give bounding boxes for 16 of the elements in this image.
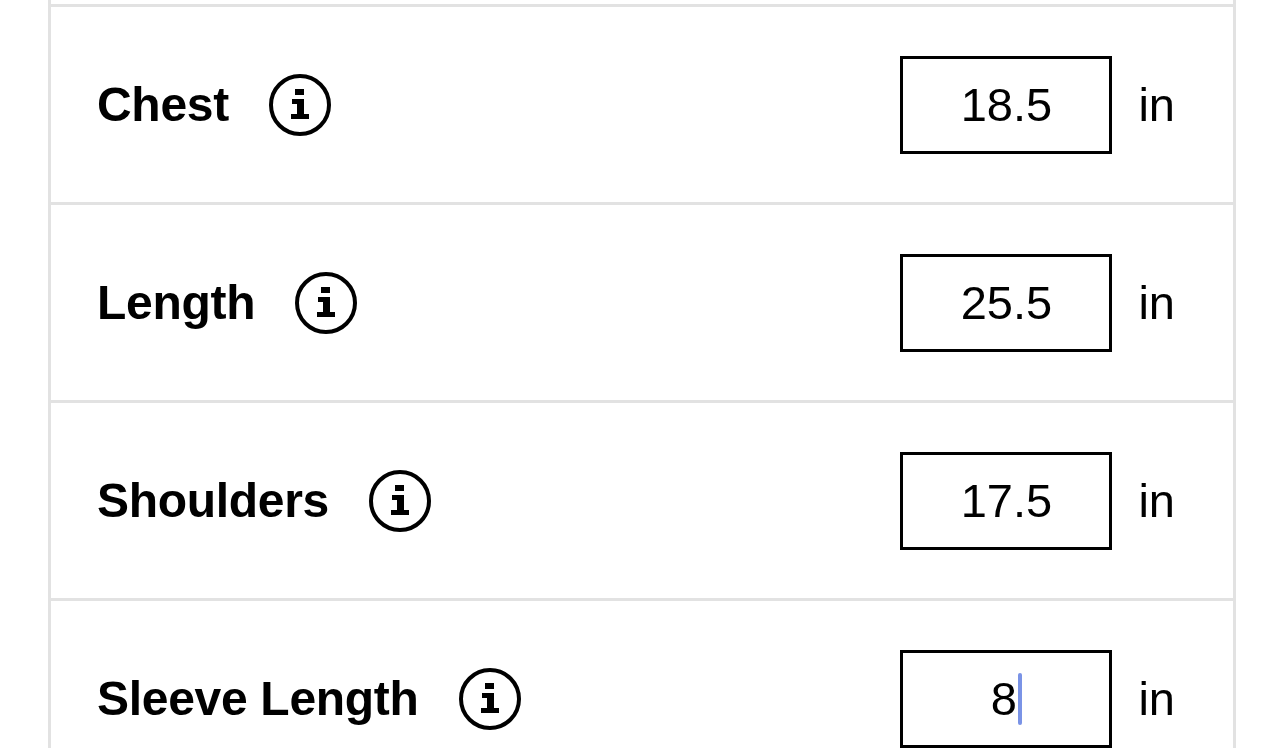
- measurement-field[interactable]: 8: [900, 649, 1113, 748]
- info-icon[interactable]: [268, 73, 331, 136]
- unit-label: in: [1138, 671, 1175, 726]
- unit-label: in: [1138, 473, 1175, 528]
- unit-label: in: [1138, 275, 1175, 330]
- measurement-field[interactable]: 25.5: [900, 253, 1113, 352]
- measurement-label: Sleeve Length: [97, 671, 419, 726]
- measurement-label: Shoulders: [97, 473, 329, 528]
- info-icon[interactable]: [295, 271, 358, 334]
- info-icon[interactable]: [458, 667, 521, 730]
- unit-label: in: [1138, 77, 1175, 132]
- measurement-field[interactable]: 17.5: [900, 451, 1113, 550]
- measurement-field[interactable]: 18.5: [900, 55, 1113, 154]
- measurement-label: Chest: [97, 77, 229, 132]
- info-icon[interactable]: [369, 469, 431, 532]
- measurement-label: Length: [97, 275, 256, 330]
